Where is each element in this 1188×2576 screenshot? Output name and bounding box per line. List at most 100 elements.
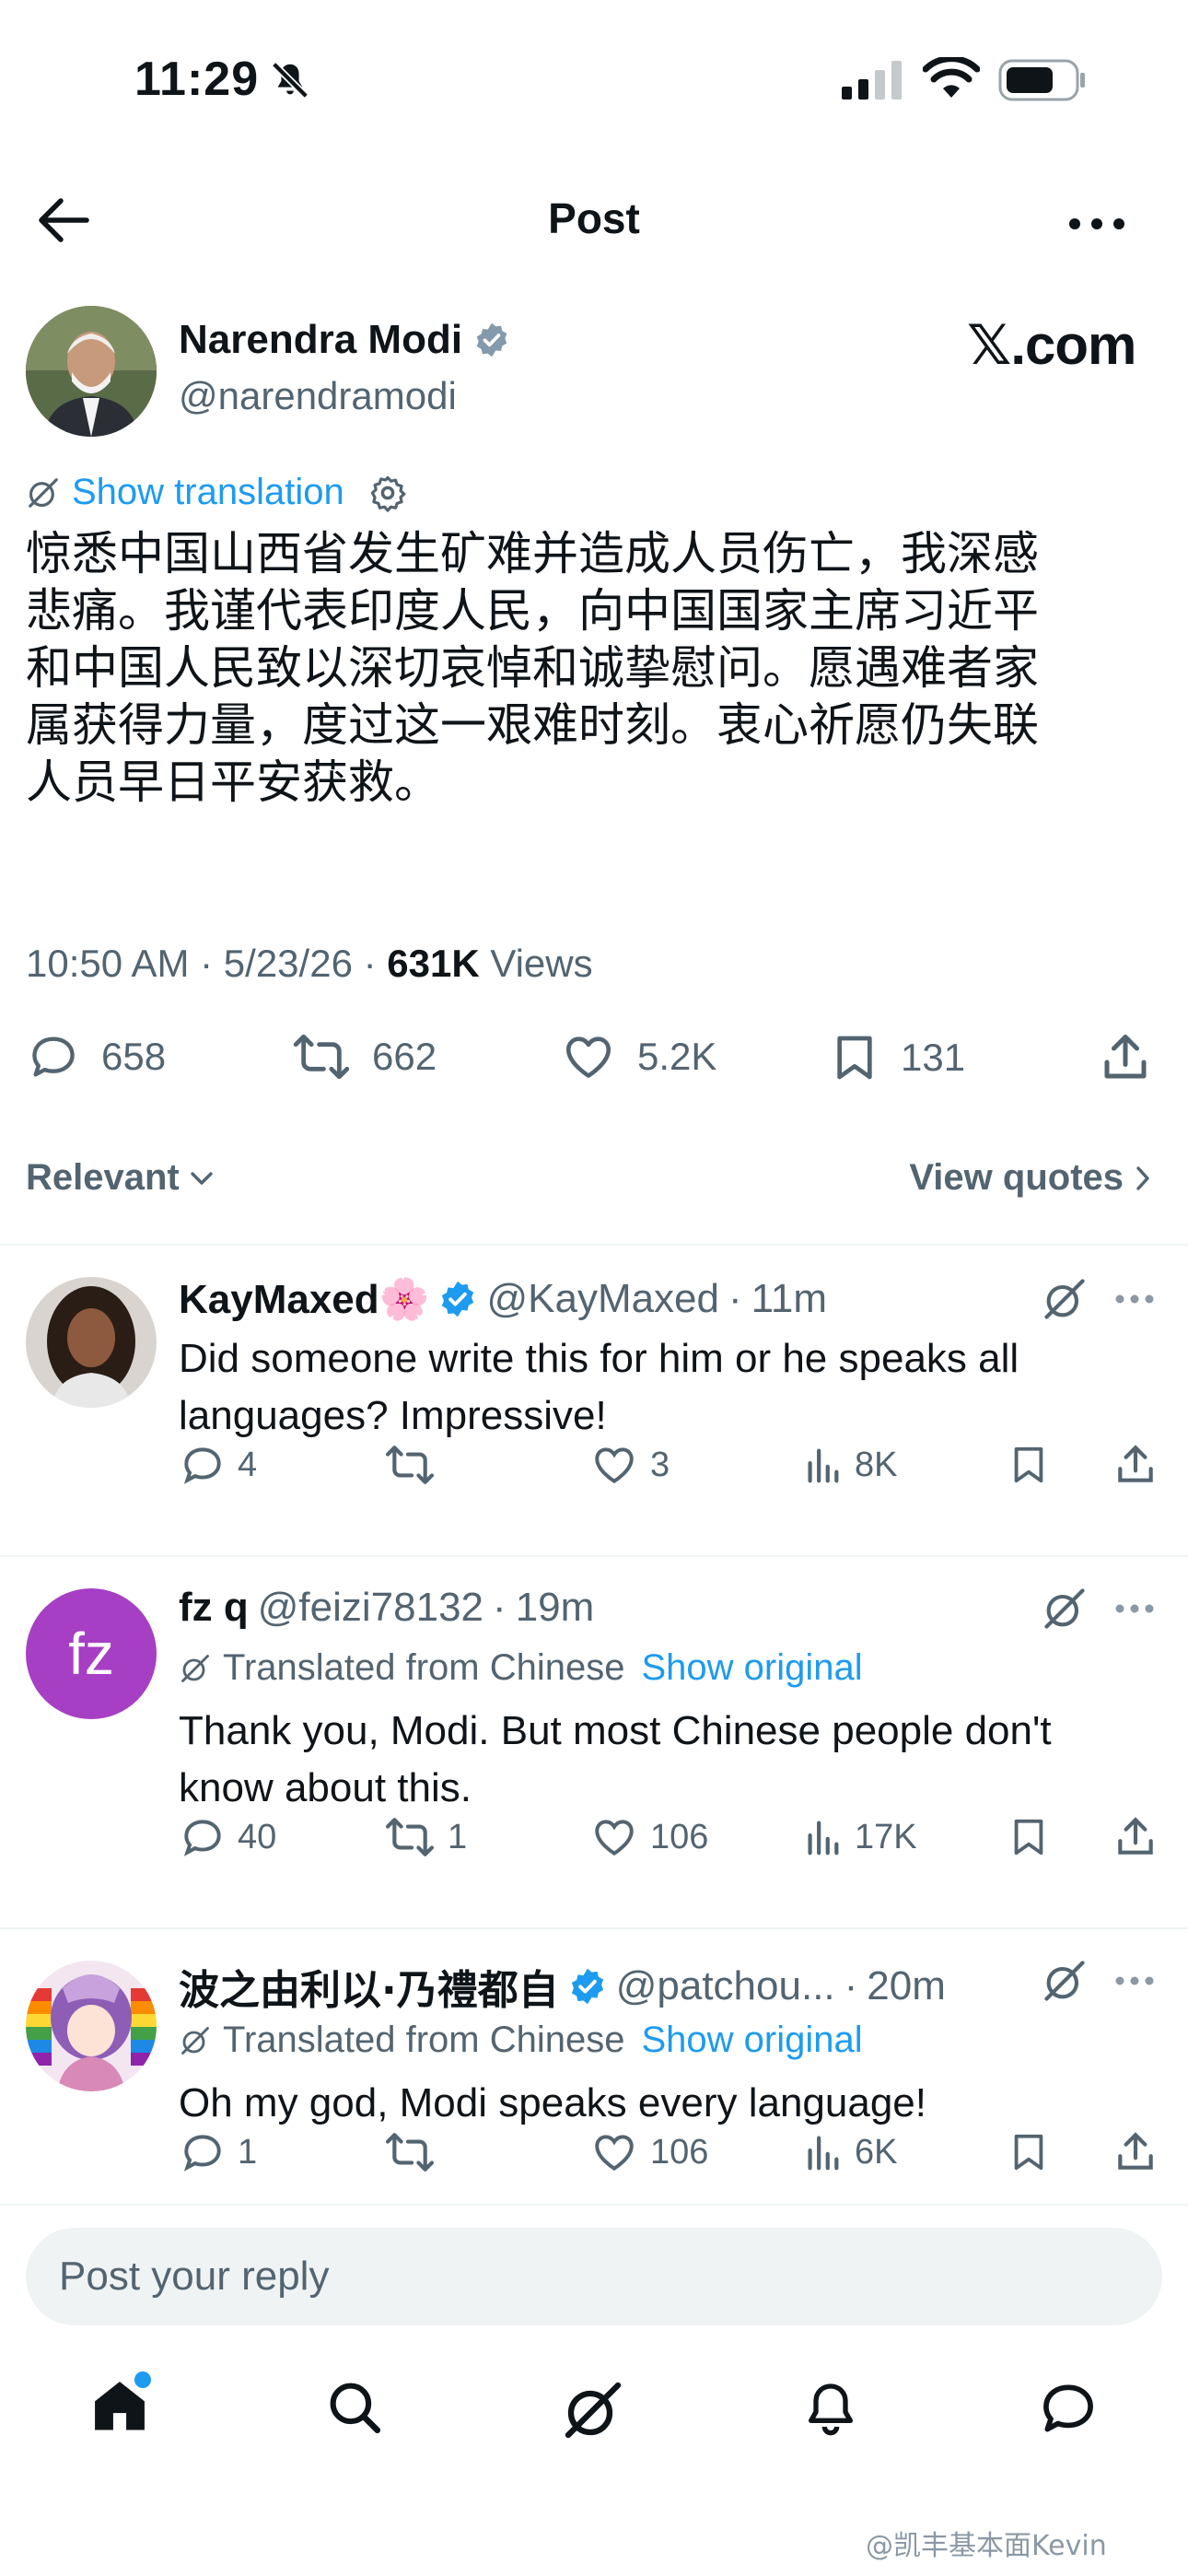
reply-header: KayMaxed🌸 @KayMaxed · 11m xyxy=(179,1275,827,1323)
reply-button[interactable]: 658 xyxy=(26,1030,166,1083)
heart-icon xyxy=(595,1447,634,1484)
grok-icon xyxy=(26,475,61,510)
repost-button[interactable] xyxy=(383,2129,448,2175)
reply-button[interactable]: 1 xyxy=(179,2129,257,2175)
share-button[interactable] xyxy=(1098,1030,1153,1085)
share-button[interactable] xyxy=(1112,1813,1159,1861)
divider xyxy=(0,2204,1188,2206)
repost-icon xyxy=(385,1446,435,1484)
view-quotes-link[interactable]: View quotes xyxy=(909,1157,1151,1199)
verified-badge-icon xyxy=(438,1280,477,1318)
like-button[interactable]: 106 xyxy=(589,1814,708,1860)
show-translation[interactable]: Show translation xyxy=(26,472,407,513)
author-handle[interactable]: @narendramodi xyxy=(179,374,457,418)
views-count[interactable]: 631K xyxy=(387,942,479,985)
post-meta: 10:50 AM · 5/23/26 · 631K Views xyxy=(26,942,593,985)
verified-badge-icon xyxy=(568,1967,607,2006)
views-button[interactable]: 8K xyxy=(801,1442,897,1488)
share-icon xyxy=(1118,1817,1153,1855)
grok-icon xyxy=(181,2026,209,2055)
heart-icon xyxy=(595,2135,634,2172)
reply-icon xyxy=(183,2135,221,2172)
show-original-link[interactable]: Show original xyxy=(641,1647,862,1689)
reply-author-handle[interactable]: @patchou... xyxy=(616,1963,835,2009)
repost-button[interactable]: 1 xyxy=(383,1814,467,1860)
repost-button[interactable] xyxy=(383,1442,448,1488)
translated-label: Translated from Chinese Show original xyxy=(179,1647,863,1689)
reply-avatar[interactable] xyxy=(26,1961,157,2091)
reply-avatar[interactable] xyxy=(26,1277,157,1408)
grok-icon[interactable] xyxy=(1041,1957,1089,2005)
reply-icon xyxy=(32,1036,75,1077)
reply-icon xyxy=(183,1447,221,1484)
nav-grok[interactable] xyxy=(560,2377,626,2443)
page-title: Post xyxy=(548,194,640,242)
verified-badge-icon xyxy=(473,322,510,358)
reply-button[interactable]: 40 xyxy=(179,1814,276,1860)
translated-label: Translated from Chinese Show original xyxy=(179,2020,863,2061)
analytics-icon xyxy=(808,2136,839,2171)
post-time: 10:50 AM xyxy=(26,942,190,985)
divider xyxy=(0,1555,1188,1557)
bookmark-button[interactable] xyxy=(1007,2128,1050,2176)
messages-icon xyxy=(1043,2384,1093,2432)
views-label: Views xyxy=(490,942,593,985)
share-icon xyxy=(1118,1445,1153,1482)
reply-author-name[interactable]: fz q xyxy=(179,1585,249,1631)
like-button[interactable]: 106 xyxy=(589,2129,708,2175)
share-icon xyxy=(1104,1035,1147,1079)
reply-time: 11m xyxy=(751,1276,827,1321)
analytics-icon xyxy=(808,1821,839,1856)
reply-author-name[interactable]: KayMaxed🌸 xyxy=(179,1275,429,1323)
search-icon xyxy=(330,2383,381,2434)
repost-icon xyxy=(385,2133,435,2172)
translation-settings-icon[interactable] xyxy=(368,474,407,512)
show-original-link[interactable]: Show original xyxy=(641,2020,862,2061)
share-button[interactable] xyxy=(1112,1441,1159,1489)
views-button[interactable]: 6K xyxy=(801,2129,897,2175)
bookmark-button[interactable] xyxy=(1007,1441,1050,1489)
nav-notifications[interactable] xyxy=(801,2377,860,2440)
source-credit: @凯丰基本面Kevin xyxy=(866,2530,1107,2562)
reply-count: 658 xyxy=(101,1035,167,1078)
like-button[interactable]: 5.2K xyxy=(560,1030,716,1083)
bookmark-count: 131 xyxy=(901,1036,966,1079)
views-button[interactable]: 17K xyxy=(801,1814,917,1860)
repost-count: 662 xyxy=(372,1035,437,1078)
share-button[interactable] xyxy=(1112,2128,1159,2176)
post-text-line: 和中国人民致以深切哀悼和诚挚慰问。愿遇难者家 xyxy=(26,641,1039,695)
reply-author-handle[interactable]: @KayMaxed xyxy=(486,1276,719,1322)
status-time: 11:29 xyxy=(134,53,260,106)
more-options-button[interactable] xyxy=(1068,217,1125,230)
repost-button[interactable]: 662 xyxy=(291,1030,437,1083)
nav-messages[interactable] xyxy=(1037,2377,1100,2440)
grok-icon[interactable] xyxy=(1041,1275,1089,1323)
heart-icon xyxy=(595,1820,634,1856)
post-date: 5/23/26 xyxy=(223,942,353,985)
chevron-down-icon xyxy=(191,1171,213,1185)
post-text-line: 悲痛。我谨代表印度人民，向中国国家主席习近平 xyxy=(26,584,1039,638)
share-icon xyxy=(1118,2132,1153,2170)
like-button[interactable]: 3 xyxy=(589,1442,670,1488)
reply-text: Thank you, Modi. But most Chinese people… xyxy=(179,1708,1052,1810)
silent-mode-icon xyxy=(269,59,311,101)
author-avatar[interactable] xyxy=(26,306,157,437)
reply-header: fz q @feizi78132 · 19m xyxy=(179,1585,595,1631)
divider xyxy=(0,1927,1188,1929)
bookmark-button[interactable] xyxy=(1007,1813,1050,1861)
bookmark-button[interactable]: 131 xyxy=(829,1030,965,1085)
reply-button[interactable]: 4 xyxy=(179,1442,257,1488)
author-name[interactable]: Narendra Modi xyxy=(179,317,510,363)
reply-avatar[interactable]: fz xyxy=(26,1588,157,1719)
nav-search[interactable] xyxy=(324,2377,385,2438)
reply-more-icon[interactable] xyxy=(1114,1975,1155,1986)
bookmark-icon xyxy=(1014,1446,1043,1483)
reply-text: Oh my god, Modi speaks every language! xyxy=(179,2080,927,2125)
sort-dropdown[interactable]: Relevant xyxy=(26,1157,215,1199)
reply-more-icon[interactable] xyxy=(1114,1603,1155,1614)
reply-more-icon[interactable] xyxy=(1114,1294,1155,1305)
bookmark-icon xyxy=(1014,2134,1043,2171)
reply-author-handle[interactable]: @feizi78132 xyxy=(258,1585,483,1631)
reply-author-name[interactable]: 波之由利以·乃禮都自 xyxy=(179,1957,559,2016)
grok-icon[interactable] xyxy=(1041,1585,1089,1633)
